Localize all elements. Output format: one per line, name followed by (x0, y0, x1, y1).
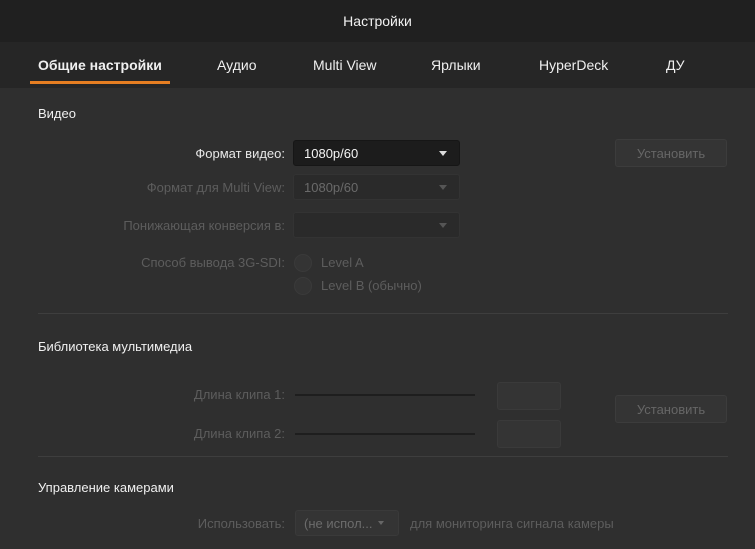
tab-audio[interactable]: Аудио (217, 57, 257, 73)
clip1-length-field[interactable] (497, 382, 561, 410)
tab-bar: Общие настройки Аудио Multi View Ярлыки … (0, 42, 755, 88)
clip2-length-slider[interactable] (295, 433, 475, 435)
level-b-radio[interactable] (294, 277, 312, 295)
level-a-label: Level A (321, 255, 364, 270)
camera-section-title: Управление камерами (38, 480, 174, 495)
tab-multiview[interactable]: Multi View (313, 57, 377, 73)
active-tab-indicator (30, 81, 170, 84)
section-divider (38, 456, 728, 457)
multiview-format-value: 1080p/60 (304, 179, 359, 195)
tab-hyperdeck[interactable]: HyperDeck (539, 57, 608, 73)
downconvert-dropdown[interactable] (293, 212, 460, 238)
window-title: Настройки (343, 13, 412, 29)
window-titlebar: Настройки (0, 0, 755, 43)
multiview-format-dropdown[interactable]: 1080p/60 (293, 174, 460, 200)
multiview-format-label: Формат для Multi View: (146, 180, 285, 195)
clip1-length-label: Длина клипа 1: (193, 387, 285, 402)
general-settings-panel: Видео Формат видео: 1080p/60 Установить … (0, 88, 755, 549)
tab-remote[interactable]: ДУ (666, 57, 685, 73)
media-section-title: Библиотека мультимедиа (38, 339, 193, 354)
section-divider (38, 313, 728, 314)
camera-use-value: (не испол... (304, 515, 373, 531)
video-set-button[interactable]: Установить (615, 139, 727, 167)
clip1-length-slider[interactable] (295, 394, 475, 396)
media-set-button[interactable]: Установить (615, 395, 727, 423)
level-a-radio[interactable] (294, 254, 312, 272)
video-format-dropdown[interactable]: 1080p/60 (293, 140, 460, 166)
video-format-value: 1080p/60 (304, 145, 359, 161)
video-format-label: Формат видео: (195, 146, 285, 161)
camera-use-dropdown[interactable]: (не испол... (295, 510, 399, 536)
settings-window: Настройки Общие настройки Аудио Multi Vi… (0, 0, 755, 549)
sdi-output-label: Способ вывода 3G-SDI: (141, 255, 285, 270)
chevron-down-icon (439, 151, 447, 156)
level-b-label: Level B (обычно) (321, 278, 422, 293)
camera-hint: для мониторинга сигнала камеры (410, 516, 614, 531)
video-section-title: Видео (38, 106, 76, 121)
camera-use-label: Использовать: (197, 516, 285, 531)
chevron-down-icon (439, 185, 447, 190)
downconvert-label: Понижающая конверсия в: (123, 218, 285, 233)
clip2-length-label: Длина клипа 2: (193, 426, 285, 441)
tab-general[interactable]: Общие настройки (38, 57, 162, 73)
chevron-down-icon (439, 223, 447, 228)
chevron-down-icon (377, 521, 384, 525)
clip2-length-field[interactable] (497, 420, 561, 448)
tab-shortcuts[interactable]: Ярлыки (431, 57, 481, 73)
